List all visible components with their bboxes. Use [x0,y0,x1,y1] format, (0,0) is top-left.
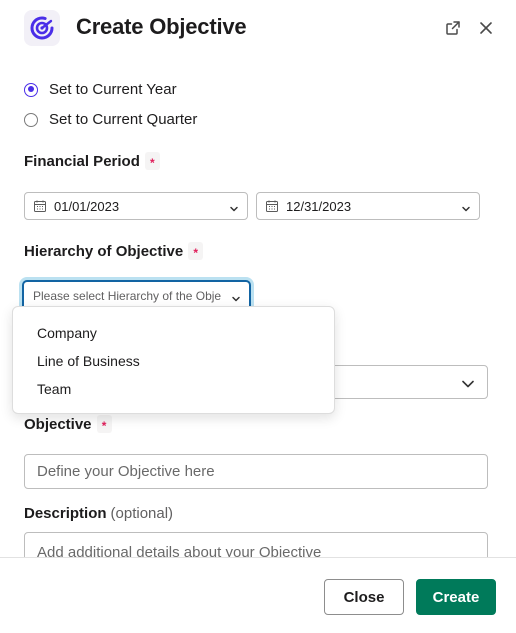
modal-header: Create Objective [0,0,516,58]
radio-button-checked[interactable] [24,82,38,97]
required-indicator: * [188,242,204,260]
radio-current-quarter[interactable]: Set to Current Quarter [24,111,197,128]
create-button[interactable]: Create [416,579,496,615]
chevron-down-icon [461,201,471,219]
modal-footer: Close Create [0,557,516,633]
close-button[interactable]: Close [324,579,404,615]
objective-input[interactable]: Define your Objective here [24,454,488,489]
menu-item-company[interactable]: Company [13,319,334,347]
radio-button[interactable] [24,112,38,127]
end-date-value: 12/31/2023 [286,198,352,214]
calendar-icon [265,200,278,213]
menu-item-line-of-business[interactable]: Line of Business [13,347,334,375]
hierarchy-label: Hierarchy of Objective * [24,242,204,260]
modal-title: Create Objective [76,14,247,39]
objective-target-icon [24,10,60,46]
radio-label: Set to Current Quarter [49,111,198,128]
radio-current-year[interactable]: Set to Current Year [24,81,177,98]
description-label: Description (optional) [24,505,173,522]
create-objective-modal: Create Objective Set to Current Year Set… [0,0,516,633]
label-text: Financial Period [24,152,140,170]
label-text: Description [24,505,107,522]
menu-item-team[interactable]: Team [13,375,334,403]
start-date-picker[interactable]: 01/01/2023 [24,192,248,220]
hierarchy-placeholder: Please select Hierarchy of the Objective [33,289,221,303]
hierarchy-dropdown-menu: Company Line of Business Team [12,306,335,414]
chevron-down-icon [229,201,239,219]
objective-placeholder: Define your Objective here [37,463,215,480]
financial-period-label: Financial Period * [24,152,160,170]
chevron-down-icon [461,377,475,395]
close-icon[interactable] [476,18,496,38]
objective-label: Objective * [24,415,112,433]
popout-icon[interactable] [443,18,463,38]
calendar-icon [33,200,46,213]
start-date-value: 01/01/2023 [54,198,120,214]
label-text: Hierarchy of Objective [24,242,184,260]
optional-text: (optional) [110,505,174,522]
end-date-picker[interactable]: 12/31/2023 [256,192,480,220]
radio-label: Set to Current Year [49,81,177,98]
label-text: Objective [24,415,92,433]
required-indicator: * [96,415,112,433]
required-indicator: * [144,152,160,170]
